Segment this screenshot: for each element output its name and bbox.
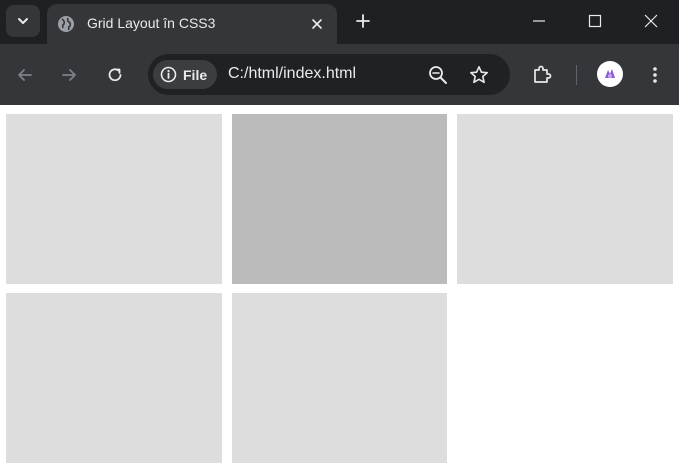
plus-icon bbox=[356, 14, 370, 28]
forward-button[interactable] bbox=[55, 61, 83, 89]
menu-button[interactable] bbox=[641, 61, 669, 89]
page-viewport bbox=[0, 105, 679, 468]
extensions-button[interactable] bbox=[528, 61, 556, 89]
info-icon bbox=[160, 66, 177, 83]
grid-item bbox=[6, 114, 222, 284]
browser-tab[interactable]: Grid Layout în CSS3 bbox=[47, 4, 337, 44]
zoom-out-icon bbox=[429, 66, 447, 84]
more-vert-icon bbox=[653, 67, 657, 83]
browser-toolbar: File C:/html/index.html bbox=[0, 44, 679, 105]
reload-icon bbox=[108, 68, 122, 82]
maximize-button[interactable] bbox=[566, 0, 624, 42]
new-tab-button[interactable] bbox=[350, 8, 376, 34]
grid-container bbox=[6, 114, 673, 463]
tab-search-button[interactable] bbox=[6, 5, 40, 37]
puzzle-icon bbox=[534, 65, 552, 83]
grid-item bbox=[232, 114, 447, 284]
address-bar[interactable]: File C:/html/index.html bbox=[148, 54, 510, 95]
site-info-chip[interactable]: File bbox=[153, 60, 217, 89]
profile-avatar[interactable] bbox=[597, 61, 623, 87]
bookmark-button[interactable] bbox=[468, 64, 490, 86]
close-window-button[interactable] bbox=[622, 0, 679, 42]
zoom-button[interactable] bbox=[427, 64, 449, 86]
globe-icon bbox=[58, 16, 74, 32]
chevron-down-icon bbox=[18, 18, 28, 24]
arrow-right-icon bbox=[62, 69, 76, 81]
grid-item bbox=[457, 114, 673, 284]
tab-title: Grid Layout în CSS3 bbox=[87, 15, 216, 31]
reload-button[interactable] bbox=[101, 61, 129, 89]
maximize-icon bbox=[588, 14, 602, 28]
toolbar-divider bbox=[576, 65, 577, 85]
minimize-icon bbox=[533, 20, 545, 22]
arrow-left-icon bbox=[18, 69, 32, 81]
close-icon bbox=[644, 14, 658, 28]
url-text[interactable]: C:/html/index.html bbox=[228, 65, 356, 83]
avatar-icon bbox=[602, 66, 618, 82]
back-button[interactable] bbox=[11, 61, 39, 89]
grid-item bbox=[232, 293, 447, 463]
close-icon bbox=[312, 19, 322, 29]
star-icon bbox=[470, 66, 488, 84]
site-info-label: File bbox=[183, 66, 208, 83]
grid-item bbox=[6, 293, 222, 463]
minimize-button[interactable] bbox=[510, 0, 568, 42]
close-tab-button[interactable] bbox=[307, 14, 327, 34]
title-bar: Grid Layout în CSS3 bbox=[0, 0, 679, 44]
